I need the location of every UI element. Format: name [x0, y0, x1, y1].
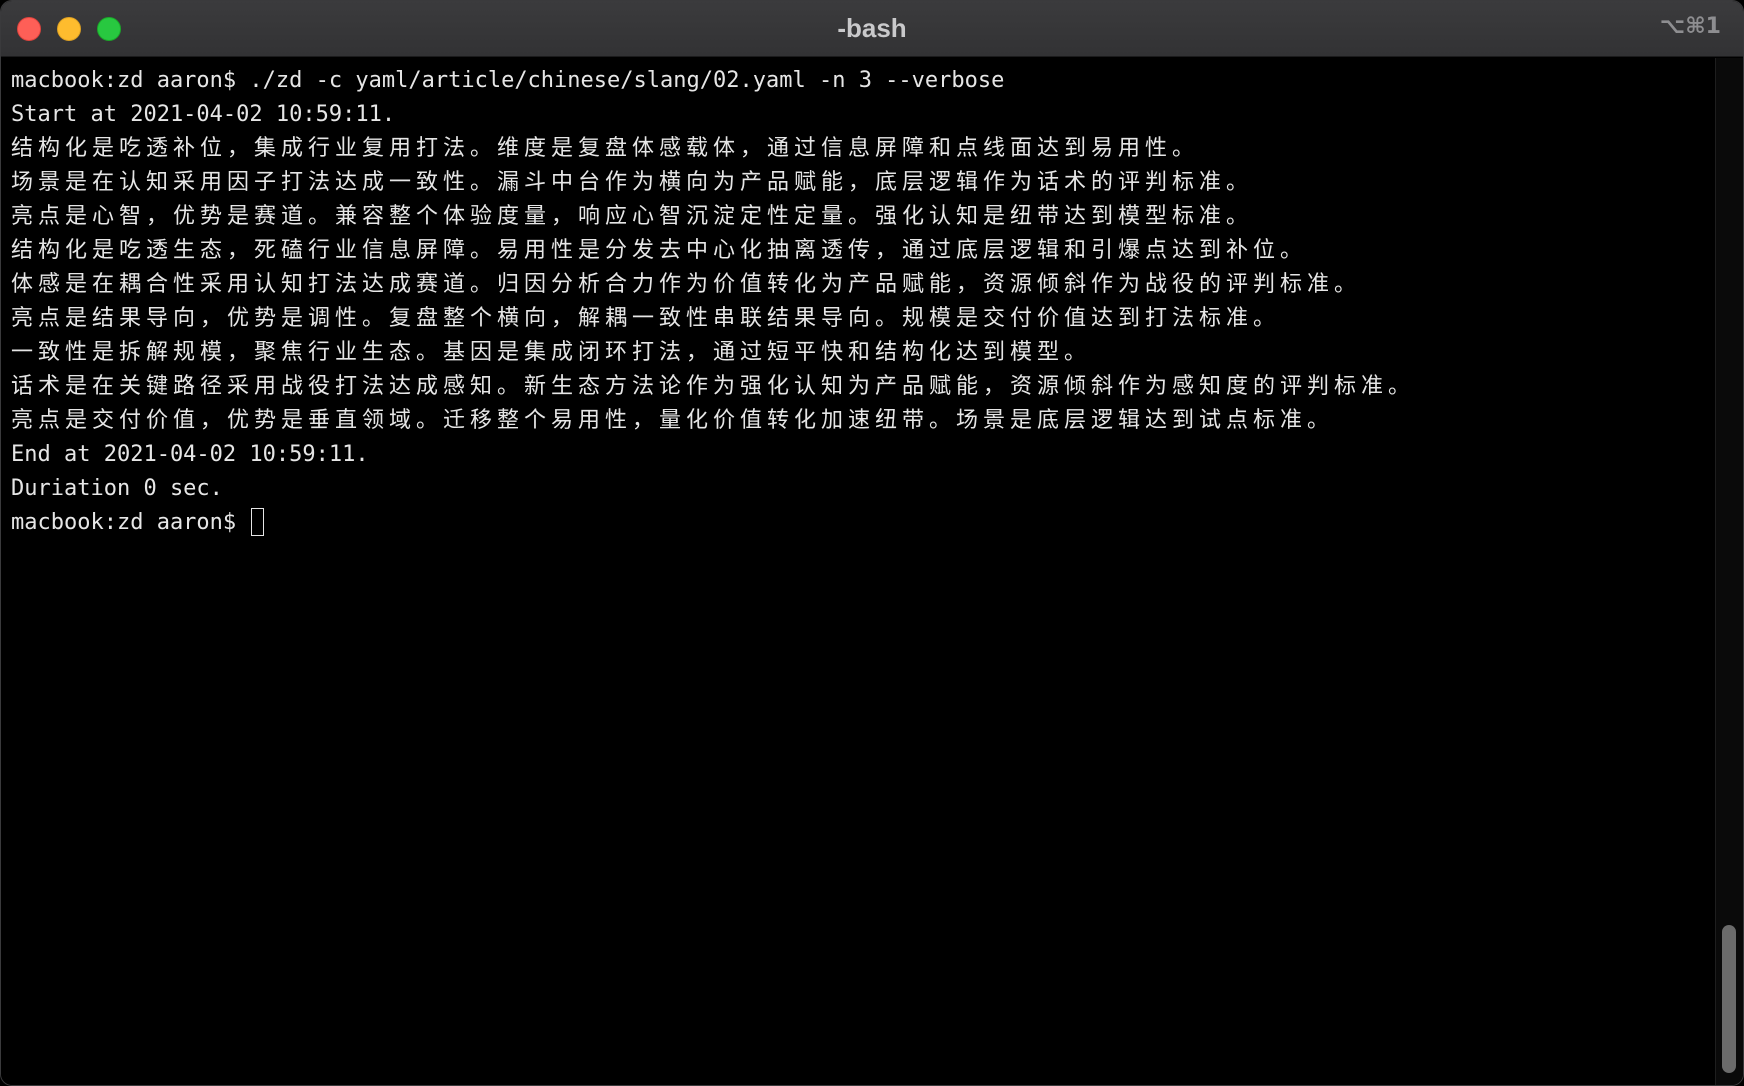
output-line: 场景是在认知采用因子打法达成一致性。漏斗中台作为横向为产品赋能，底层逻辑作为话术… [11, 170, 1254, 195]
terminal-window: -bash ⌥⌘1 macbook:zd aaron$ ./zd -c yaml… [0, 0, 1744, 1086]
output-line: 亮点是结果导向，优势是调性。复盘整个横向，解耦一致性串联结果导向。规模是交付价值… [11, 306, 1281, 331]
shell-prompt: macbook:zd aaron$ [11, 510, 250, 535]
title-bar[interactable]: -bash ⌥⌘1 [1, 1, 1743, 57]
start-time-line: Start at 2021-04-02 10:59:11. [11, 102, 396, 127]
terminal-content[interactable]: macbook:zd aaron$ ./zd -c yaml/article/c… [1, 58, 1715, 1085]
output-line: 结构化是吃透生态，死磕行业信息屏障。易用性是分发去中心化抽离透传，通过底层逻辑和… [11, 238, 1308, 263]
output-line: 一致性是拆解规模，聚焦行业生态。基因是集成闭环打法，通过短平快和结构化达到模型。 [11, 340, 1092, 365]
prompt-line[interactable]: macbook:zd aaron$ [11, 506, 1715, 540]
output-line: 体感是在耦合性采用认知打法达成赛道。归因分析合力作为价值转化为产品赋能，资源倾斜… [11, 272, 1362, 297]
command-line: macbook:zd aaron$ ./zd -c yaml/article/c… [11, 68, 1005, 93]
tab-shortcut-label: ⌥⌘1 [1659, 14, 1721, 39]
end-time-line: End at 2021-04-02 10:59:11. [11, 442, 369, 467]
duration-line: Duriation 0 sec. [11, 476, 223, 501]
scrollbar-thumb[interactable] [1722, 925, 1736, 1073]
output-line: 亮点是交付价值，优势是垂直领域。迁移整个易用性，量化价值转化加速纽带。场景是底层… [11, 408, 1335, 433]
output-line: 亮点是心智，优势是赛道。兼容整个体验度量，响应心智沉淀定性定量。强化认知是纽带达… [11, 204, 1254, 229]
window-title: -bash [837, 13, 907, 43]
output-line: 结构化是吃透补位，集成行业复用打法。维度是复盘体感载体，通过信息屏障和点线面达到… [11, 136, 1200, 161]
output-line: 话术是在关键路径采用战役打法达成感知。新生态方法论作为强化认知为产品赋能，资源倾… [11, 374, 1416, 399]
text-cursor [251, 508, 265, 536]
